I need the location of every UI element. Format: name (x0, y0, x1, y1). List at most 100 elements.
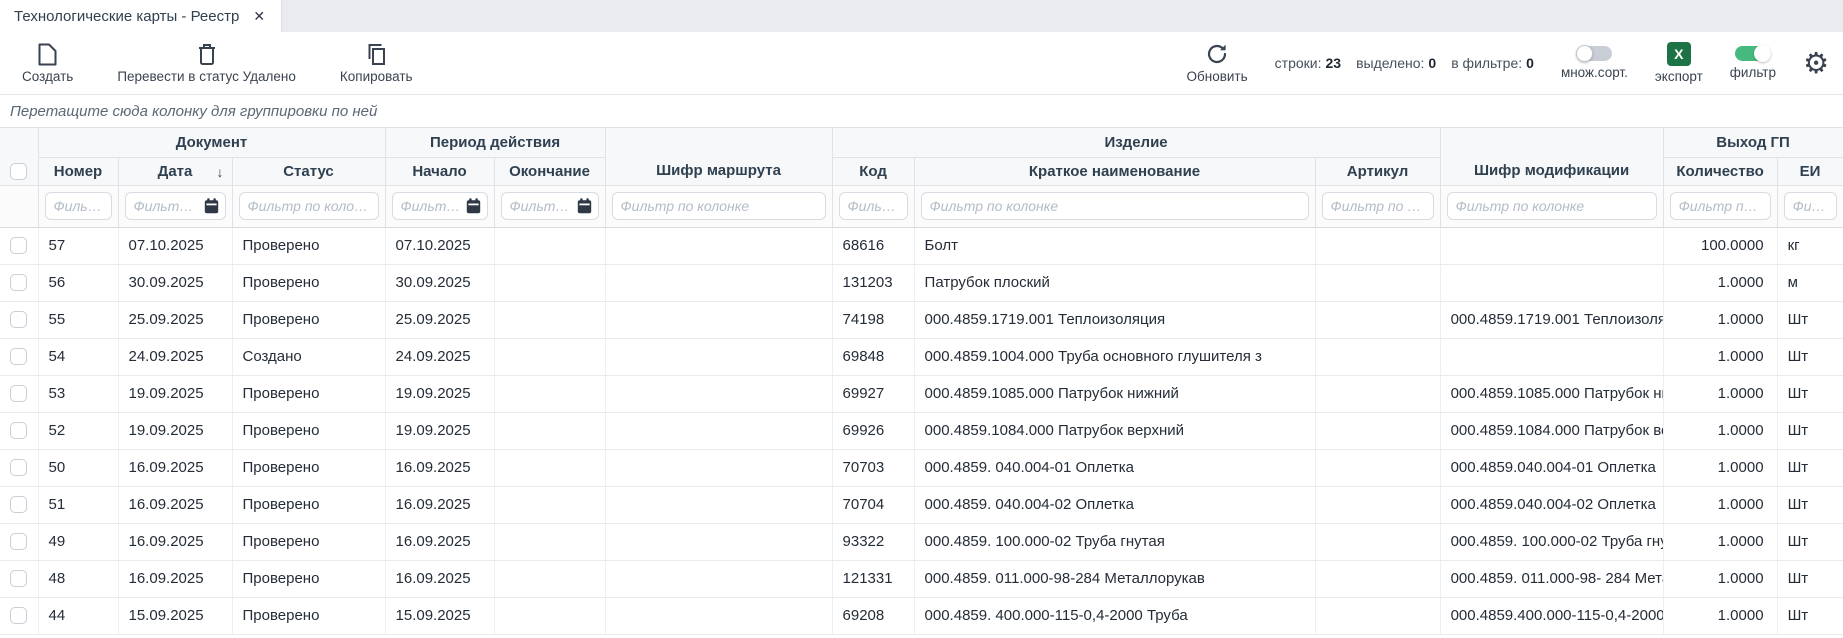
column-header-num[interactable]: Номер (38, 157, 118, 185)
group-header-document[interactable]: Документ (38, 128, 385, 157)
filter-input-article[interactable] (1322, 192, 1434, 220)
filter-input-date[interactable] (125, 192, 226, 220)
table-row[interactable]: 5016.09.2025Проверено16.09.202570703000.… (0, 449, 1843, 486)
table-row[interactable]: 5707.10.2025Проверено07.10.202568616Болт… (0, 227, 1843, 264)
column-header-code[interactable]: Код (832, 157, 914, 185)
filter-unit-field[interactable] (1793, 198, 1830, 214)
multisort-toggle[interactable]: множ.сорт. (1561, 46, 1628, 80)
filter-status-field[interactable] (248, 198, 372, 214)
set-status-deleted-button[interactable]: Перевести в статус Удалено (117, 43, 296, 84)
cell-status: Проверено (232, 597, 385, 634)
settings-gear-icon[interactable]: ⚙ (1803, 49, 1829, 78)
filter-input-route[interactable] (612, 192, 826, 220)
table-row[interactable]: 5319.09.2025Проверено19.09.202569927000.… (0, 375, 1843, 412)
filter-select-cell (0, 185, 38, 227)
filter-qty-field[interactable] (1679, 198, 1764, 214)
cell-status: Проверено (232, 301, 385, 338)
cell-route (605, 486, 832, 523)
filter-mod-field[interactable] (1456, 198, 1650, 214)
column-header-article[interactable]: Артикул (1315, 157, 1440, 185)
refresh-button[interactable]: Обновить (1187, 42, 1248, 84)
filter-input-end[interactable] (501, 192, 599, 220)
table-row[interactable]: 5630.09.2025Проверено30.09.2025131203Пат… (0, 264, 1843, 301)
cell-unit: м (1777, 264, 1843, 301)
column-header-route[interactable]: Шифр маршрута (605, 128, 832, 185)
filter-start-field[interactable] (401, 198, 462, 214)
cell-unit: Шт (1777, 375, 1843, 412)
filter-toggle[interactable]: фильтр (1730, 46, 1776, 80)
set-status-deleted-label: Перевести в статус Удалено (117, 69, 296, 84)
column-header-date[interactable]: Дата↓ (118, 157, 232, 185)
filter-name-field[interactable] (930, 198, 1302, 214)
row-checkbox[interactable] (10, 385, 27, 402)
filter-route-field[interactable] (621, 198, 819, 214)
table-row[interactable]: 5525.09.2025Проверено25.09.202574198000.… (0, 301, 1843, 338)
cell-mod: 000.4859.1719.001 Теплоизоляция (1440, 301, 1663, 338)
group-header-product[interactable]: Изделие (832, 128, 1440, 157)
calendar-icon[interactable] (466, 198, 481, 214)
column-header-unit[interactable]: ЕИ (1777, 157, 1843, 185)
group-header-period[interactable]: Период действия (385, 128, 605, 157)
table-row[interactable]: 4916.09.2025Проверено16.09.202593322000.… (0, 523, 1843, 560)
column-header-qty[interactable]: Количество (1663, 157, 1777, 185)
row-checkbox[interactable] (10, 274, 27, 291)
row-checkbox[interactable] (10, 496, 27, 513)
filter-input-unit[interactable] (1784, 192, 1837, 220)
cell-date: 19.09.2025 (118, 375, 232, 412)
sort-desc-icon[interactable]: ↓ (217, 158, 224, 186)
select-all-checkbox[interactable] (10, 163, 27, 180)
filter-input-mod[interactable] (1447, 192, 1657, 220)
row-select-cell (0, 301, 38, 338)
filter-input-name[interactable] (921, 192, 1309, 220)
filter-input-code[interactable] (839, 192, 908, 220)
multisort-switch-icon[interactable] (1576, 46, 1612, 61)
table-row[interactable]: 5219.09.2025Проверено19.09.202569926000.… (0, 412, 1843, 449)
create-button[interactable]: Создать (22, 43, 73, 84)
cell-date: 19.09.2025 (118, 412, 232, 449)
row-checkbox[interactable] (10, 422, 27, 439)
row-checkbox[interactable] (10, 570, 27, 587)
filter-input-num[interactable] (45, 192, 112, 220)
export-button[interactable]: X экспорт (1655, 42, 1703, 84)
cell-end (494, 597, 605, 634)
row-checkbox[interactable] (10, 237, 27, 254)
filter-end-field[interactable] (510, 198, 573, 214)
filter-input-status[interactable] (239, 192, 379, 220)
stat-filtered-value: 0 (1526, 55, 1534, 71)
table-row[interactable]: 5116.09.2025Проверено16.09.202570704000.… (0, 486, 1843, 523)
cell-qty: 1.0000 (1663, 338, 1777, 375)
column-header-start[interactable]: Начало (385, 157, 494, 185)
filter-num-field[interactable] (54, 198, 105, 214)
cell-status: Проверено (232, 449, 385, 486)
cell-article (1315, 523, 1440, 560)
row-select-cell (0, 264, 38, 301)
filter-date-field[interactable] (134, 198, 200, 214)
table-row[interactable]: 4415.09.2025Проверено15.09.202569208000.… (0, 597, 1843, 634)
tab-close-icon[interactable]: ✕ (253, 8, 265, 25)
filter-code-field[interactable] (848, 198, 901, 214)
calendar-icon[interactable] (577, 198, 592, 214)
column-header-end[interactable]: Окончание (494, 157, 605, 185)
table-row[interactable]: 4816.09.2025Проверено16.09.2025121331000… (0, 560, 1843, 597)
group-header-output[interactable]: Выход ГП (1663, 128, 1843, 157)
cell-unit: Шт (1777, 449, 1843, 486)
filter-article-field[interactable] (1331, 198, 1427, 214)
calendar-icon[interactable] (204, 198, 219, 214)
filter-switch-icon[interactable] (1735, 46, 1771, 61)
row-checkbox[interactable] (10, 533, 27, 550)
cell-code: 68616 (832, 227, 914, 264)
row-checkbox[interactable] (10, 348, 27, 365)
row-checkbox[interactable] (10, 607, 27, 624)
column-header-status[interactable]: Статус (232, 157, 385, 185)
column-header-mod[interactable]: Шифр модификации (1440, 128, 1663, 185)
group-by-drop-zone[interactable]: Перетащите сюда колонку для группировки … (0, 94, 1843, 128)
row-checkbox[interactable] (10, 311, 27, 328)
tab-tech-cards[interactable]: Технологические карты - Реестр ✕ (0, 0, 282, 32)
filter-input-qty[interactable] (1670, 192, 1771, 220)
column-header-name[interactable]: Краткое наименование (914, 157, 1315, 185)
row-checkbox[interactable] (10, 459, 27, 476)
copy-button[interactable]: Копировать (340, 43, 413, 84)
filter-input-start[interactable] (392, 192, 488, 220)
table-row[interactable]: 5424.09.2025Создано24.09.202569848000.48… (0, 338, 1843, 375)
cell-article (1315, 375, 1440, 412)
